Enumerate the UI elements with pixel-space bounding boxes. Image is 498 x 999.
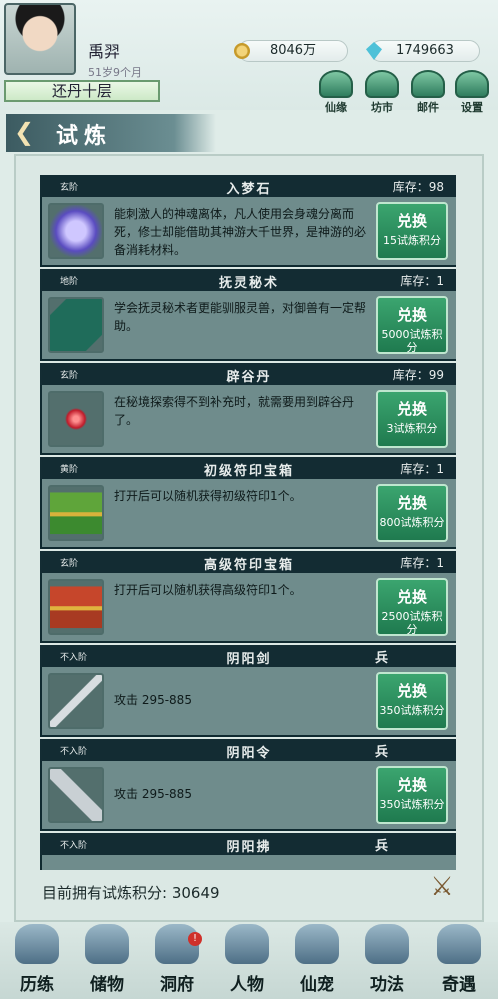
list-item: 不入阶 阴阳令 兵 攻击 295-885 兑换 350试炼积分 xyxy=(40,739,456,831)
notification-badge: ! xyxy=(188,932,202,946)
item-desc: 打开后可以随机获得初级符印1个。 xyxy=(114,489,302,503)
dream-stone-icon xyxy=(48,203,104,259)
item-stock: 库存：1 xyxy=(400,274,444,288)
sword-icon xyxy=(48,673,104,729)
book-icon xyxy=(48,297,104,353)
nav-gongfa-button[interactable]: 功法 xyxy=(352,924,422,996)
player-name: 禹羿 xyxy=(88,42,121,61)
item-body: 打开后可以随机获得初级符印1个。 兑换 800试炼积分 xyxy=(40,479,456,549)
top-header: 禹羿 51岁9个月 还丹十层 8046万 1749663 仙缘 坊市 邮件 设置 xyxy=(0,0,498,114)
item-name: 阴阳剑 xyxy=(226,652,272,667)
nav-lilian-button[interactable]: 历练 xyxy=(2,924,72,996)
item-body: 学会抚灵秘术者更能驯服灵兽，对御兽有一定帮助。 兑换 5000试炼积分 xyxy=(40,291,456,361)
player-realm: 还丹十层 xyxy=(4,80,160,102)
item-body: 攻击 295-885 兑换 350试炼积分 xyxy=(40,761,456,831)
nav-chuwu-button[interactable]: 储物 xyxy=(72,924,142,996)
nav-fangshi-button[interactable]: 坊市 xyxy=(362,70,402,114)
item-type: 兵 xyxy=(374,839,388,854)
exchange-button[interactable]: 兑换 350试炼积分 xyxy=(376,672,448,730)
exchange-button[interactable]: 兑换 5000试炼积分 xyxy=(376,296,448,354)
item-header: 黄阶 初级符印宝箱 库存：1 xyxy=(40,457,456,479)
list-item: 地阶 抚灵秘术 库存：1 学会抚灵秘术者更能驯服灵兽，对御兽有一定帮助。 兑换 5… xyxy=(40,269,456,361)
exchange-button[interactable]: 兑换 15试炼积分 xyxy=(376,202,448,260)
item-list[interactable]: 玄阶 入梦石 库存：98 能刺激人的神魂离体，凡人使用会身魂分离而死，修士却能借… xyxy=(26,170,456,870)
treasure-chest-icon xyxy=(48,579,104,635)
item-header: 地阶 抚灵秘术 库存：1 xyxy=(40,269,456,291)
item-body: 打开后可以随机获得高级符印1个。 兑换 2500试炼积分 xyxy=(40,573,456,643)
item-desc: 在秘境探索得不到补充时，就需要用到辟谷丹了。 xyxy=(114,395,355,427)
item-stock: 库存：1 xyxy=(400,556,444,570)
list-item: 玄阶 入梦石 库存：98 能刺激人的神魂离体，凡人使用会身魂分离而死，修士却能借… xyxy=(40,175,456,267)
item-stock: 库存：1 xyxy=(400,462,444,476)
scroll-icon xyxy=(365,924,409,964)
list-item: 不入阶 阴阳拂 兵 xyxy=(40,833,456,870)
item-stock: 库存：98 xyxy=(392,180,444,194)
exchange-button[interactable]: 兑换 3试炼积分 xyxy=(376,390,448,448)
item-body: 攻击 295-885 兑换 350试炼积分 xyxy=(40,667,456,737)
item-header: 玄阶 辟谷丹 库存：99 xyxy=(40,363,456,385)
xianyuan-icon xyxy=(319,70,353,98)
nav-qiyu-button[interactable]: 奇遇 xyxy=(424,924,494,996)
item-desc: 攻击 295-885 xyxy=(114,693,192,707)
item-desc: 能刺激人的神魂离体，凡人使用会身魂分离而死，修士却能借助其神游大千世界，是神游的… xyxy=(114,207,367,257)
item-name: 高级符印宝箱 xyxy=(203,558,294,573)
coin-value: 8046万 xyxy=(269,43,317,58)
nav-dongfu-button[interactable]: ! 洞府 xyxy=(142,924,212,996)
mountain-icon xyxy=(15,924,59,964)
item-name: 阴阳拂 xyxy=(226,840,272,855)
item-name: 抚灵秘术 xyxy=(218,276,279,291)
list-item: 黄阶 初级符印宝箱 库存：1 打开后可以随机获得初级符印1个。 兑换 800试炼积… xyxy=(40,457,456,549)
treasure-chest-icon xyxy=(48,485,104,541)
page-title-bar: ❮ 试炼 xyxy=(6,114,216,152)
coin-display: 8046万 xyxy=(234,40,348,62)
token-icon xyxy=(48,767,104,823)
player-avatar[interactable] xyxy=(4,3,76,75)
item-desc: 学会抚灵秘术者更能驯服灵兽，对御兽有一定帮助。 xyxy=(114,301,367,333)
back-arrow-icon[interactable]: ❮ xyxy=(14,118,34,146)
item-header: 不入阶 阴阳拂 兵 xyxy=(40,833,456,855)
nav-settings-button[interactable]: 设置 xyxy=(452,70,492,114)
item-name: 阴阳令 xyxy=(226,746,272,761)
gem-icon xyxy=(366,42,382,60)
player-age: 51岁9个月 xyxy=(88,66,142,79)
item-body: 能刺激人的神魂离体，凡人使用会身魂分离而死，修士却能借助其神游大千世界，是神游的… xyxy=(40,197,456,267)
mail-icon xyxy=(411,70,445,98)
market-icon xyxy=(365,70,399,98)
item-desc: 打开后可以随机获得高级符印1个。 xyxy=(114,583,302,597)
nav-xianyuan-button[interactable]: 仙缘 xyxy=(316,70,356,114)
item-type: 兵 xyxy=(374,651,388,666)
item-header: 不入阶 阴阳令 兵 xyxy=(40,739,456,761)
exchange-button[interactable]: 兑换 2500试炼积分 xyxy=(376,578,448,636)
gem-value: 1749663 xyxy=(396,43,454,58)
list-item: 玄阶 辟谷丹 库存：99 在秘境探索得不到补充时，就需要用到辟谷丹了。 兑换 3试… xyxy=(40,363,456,455)
nav-renwu-button[interactable]: 人物 xyxy=(212,924,282,996)
coin-icon xyxy=(234,43,250,59)
item-name: 初级符印宝箱 xyxy=(203,464,294,479)
list-item: 玄阶 高级符印宝箱 库存：1 打开后可以随机获得高级符印1个。 兑换 2500试炼… xyxy=(40,551,456,643)
nav-mail-button[interactable]: 邮件 xyxy=(408,70,448,114)
page-title: 试炼 xyxy=(56,124,113,149)
bag-icon xyxy=(85,924,129,964)
pet-icon xyxy=(295,924,339,964)
item-header: 玄阶 入梦石 库存：98 xyxy=(40,175,456,197)
exchange-button[interactable]: 兑换 800试炼积分 xyxy=(376,484,448,542)
item-body xyxy=(40,855,456,870)
item-body: 在秘境探索得不到补充时，就需要用到辟谷丹了。 兑换 3试炼积分 xyxy=(40,385,456,455)
character-icon xyxy=(225,924,269,964)
pill-icon xyxy=(48,391,104,447)
list-item: 不入阶 阴阳剑 兵 攻击 295-885 兑换 350试炼积分 xyxy=(40,645,456,737)
nav-xianchong-button[interactable]: 仙宠 xyxy=(282,924,352,996)
item-desc: 攻击 295-885 xyxy=(114,787,192,801)
exchange-button[interactable]: 兑换 350试炼积分 xyxy=(376,766,448,824)
item-header: 玄阶 高级符印宝箱 库存：1 xyxy=(40,551,456,573)
encounter-icon xyxy=(437,924,481,964)
gear-icon xyxy=(455,70,489,98)
points-total: 目前拥有试炼积分: 30649 xyxy=(42,884,220,902)
bottom-nav: 历练 储物 ! 洞府 人物 仙宠 功法 奇遇 xyxy=(0,922,498,999)
item-type: 兵 xyxy=(374,745,388,760)
item-stock: 库存：99 xyxy=(392,368,444,382)
crossed-swords-icon[interactable]: ⚔ xyxy=(424,872,460,908)
item-header: 不入阶 阴阳剑 兵 xyxy=(40,645,456,667)
gem-display: 1749663 xyxy=(366,40,480,62)
